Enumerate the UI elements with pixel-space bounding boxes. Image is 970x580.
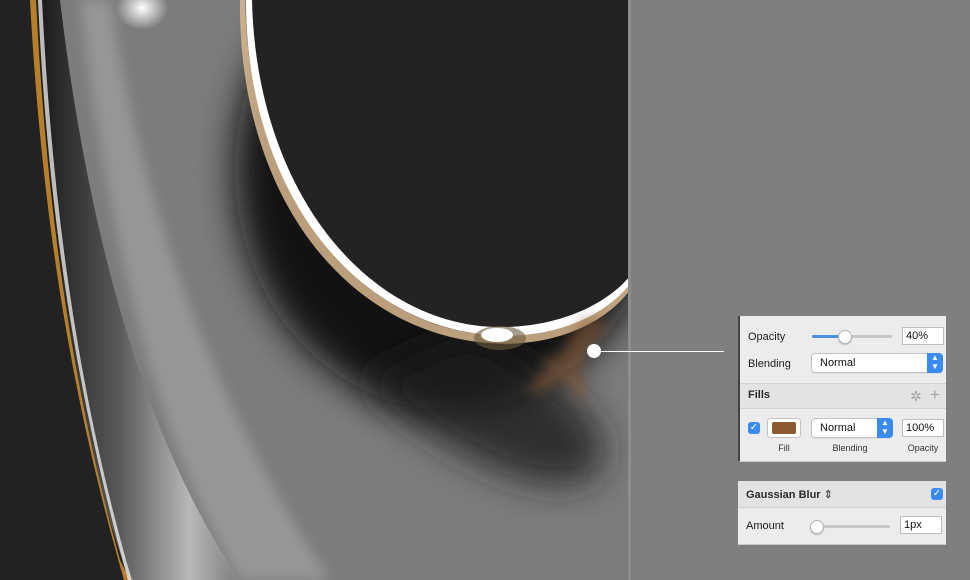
- fill-blending-value: Normal: [820, 422, 856, 434]
- blending-caption: Blending: [832, 443, 868, 453]
- fill-color-swatch: [772, 422, 796, 434]
- blending-select-value: Normal: [820, 357, 856, 369]
- amount-slider-knob[interactable]: [810, 520, 824, 534]
- opacity-field[interactable]: 40%: [902, 327, 944, 345]
- blending-label: Blending: [748, 358, 791, 370]
- opacity-label: Opacity: [748, 331, 786, 343]
- stepper-icon[interactable]: ▲ ▼: [877, 418, 893, 438]
- opacity-slider[interactable]: [812, 330, 892, 344]
- fill-color-well[interactable]: [767, 418, 801, 438]
- fill-opacity-field[interactable]: 100%: [902, 419, 944, 437]
- fills-title: Fills: [748, 389, 771, 401]
- opacity-slider-knob[interactable]: [838, 330, 852, 344]
- gaussian-blur-title: Gaussian Blur ⇕: [746, 489, 833, 501]
- amount-field[interactable]: 1px: [900, 516, 942, 534]
- gaussian-blur-panel: Gaussian Blur ⇕ ✓ Amount 1px: [738, 481, 946, 545]
- gaussian-blur-enabled-checkbox[interactable]: ✓: [931, 488, 943, 500]
- opacity-caption: Opacity: [907, 443, 939, 453]
- callout-dot: [587, 344, 601, 358]
- fills-header: Fills ✲ +: [740, 383, 946, 409]
- plus-icon[interactable]: +: [930, 386, 940, 403]
- gaussian-blur-header[interactable]: Gaussian Blur ⇕ ✓: [738, 481, 946, 508]
- fill-enabled-checkbox[interactable]: ✓: [748, 422, 760, 434]
- amount-label: Amount: [746, 520, 784, 532]
- blending-select[interactable]: Normal ▲ ▼: [811, 353, 943, 373]
- stepper-icon[interactable]: ▲ ▼: [927, 353, 943, 373]
- fill-caption: Fill: [778, 443, 790, 453]
- updown-icon[interactable]: ⇕: [824, 489, 833, 501]
- gear-icon[interactable]: ✲: [910, 389, 922, 403]
- artboard-edge: [628, 0, 631, 580]
- amount-slider[interactable]: [810, 520, 890, 534]
- callout-line: [598, 351, 724, 352]
- inspector-panel: Opacity 40% Blending Normal ▲ ▼ Fills ✲ +…: [738, 316, 946, 462]
- fill-blending-select[interactable]: Normal ▲ ▼: [811, 418, 893, 438]
